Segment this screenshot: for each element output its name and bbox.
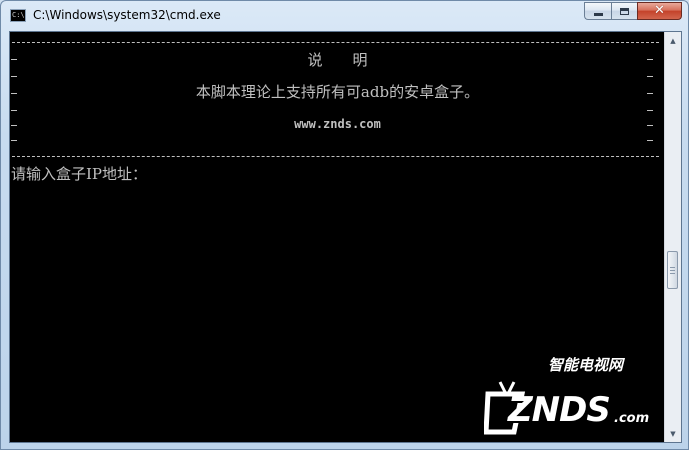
console-website: www.znds.com (294, 117, 381, 131)
caption-buttons: ✕ (584, 2, 682, 21)
right-border-dash (647, 140, 653, 141)
scroll-down-arrow-icon: ▼ (670, 429, 676, 438)
watermark-logo-text: ZNDS (508, 390, 611, 430)
maximize-icon (620, 7, 629, 15)
ip-address-prompt: 请输入盒子IP地址： (11, 165, 148, 183)
close-icon: ✕ (654, 3, 665, 18)
bottom-dashed-border (12, 156, 659, 157)
cmd-window: C:\ C:\Windows\system32\cmd.exe ✕ 说明 本脚本… (0, 0, 689, 450)
scroll-up-arrow-icon: ▲ (670, 36, 676, 45)
vertical-scrollbar[interactable]: ▲ ▼ (664, 32, 681, 442)
scrollbar-thumb[interactable] (667, 251, 678, 289)
console-description: 本脚本理论上支持所有可adb的安卓盒子。 (195, 83, 480, 101)
thumb-grip-line (670, 273, 675, 274)
console-client-area: 说明 本脚本理论上支持所有可adb的安卓盒子。 www.znds.com 请输入… (9, 31, 682, 443)
scroll-down-button[interactable]: ▼ (665, 425, 681, 442)
console-output[interactable]: 说明 本脚本理论上支持所有可adb的安卓盒子。 www.znds.com 请输入… (10, 32, 665, 442)
right-border-dash (647, 110, 653, 111)
title-bar[interactable]: C:\ C:\Windows\system32\cmd.exe ✕ (1, 1, 688, 31)
left-border-dash (11, 110, 17, 111)
thumb-grip-line (670, 270, 675, 271)
minimize-button[interactable] (584, 2, 611, 20)
left-border-dash (11, 76, 17, 77)
left-border-dash (11, 140, 17, 141)
scroll-up-button[interactable]: ▲ (665, 32, 681, 49)
close-button[interactable]: ✕ (637, 2, 682, 20)
right-border-dash (647, 76, 653, 77)
console-heading: 说明 (307, 51, 398, 69)
znds-watermark: 智能电视网 ZNDS .com (484, 350, 654, 440)
top-dashed-border (12, 42, 659, 43)
thumb-grip-line (670, 267, 675, 268)
watermark-domain-suffix: .com (614, 411, 650, 426)
cmd-console-icon[interactable]: C:\ (10, 9, 26, 22)
maximize-button[interactable] (611, 2, 637, 20)
watermark-chinese-text: 智能电视网 (548, 356, 624, 374)
window-title: C:\Windows\system32\cmd.exe (33, 8, 221, 22)
minimize-icon (593, 12, 603, 16)
